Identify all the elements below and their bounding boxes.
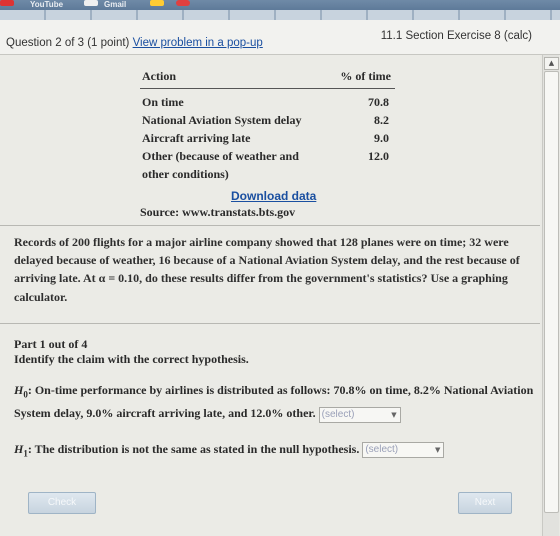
- scrollbar[interactable]: ▲: [542, 55, 559, 536]
- chevron-down-icon: ▼: [391, 410, 397, 419]
- h1-text: : The distribution is not the same as st…: [27, 442, 360, 456]
- bookmark-icon-2[interactable]: [176, 0, 190, 6]
- youtube-icon[interactable]: [0, 0, 14, 6]
- table-row: Aircraft arriving late 9.0: [140, 129, 395, 147]
- h0-select-value: (select): [321, 408, 355, 420]
- problem-statement: Records of 200 flights for a major airli…: [14, 235, 520, 304]
- problem-content: Action % of time On time 70.8 National A…: [0, 55, 540, 536]
- data-table: Action % of time On time 70.8 National A…: [140, 65, 395, 183]
- question-number: Question 2 of 3 (1 point): [6, 37, 130, 49]
- table-row: National Aviation System delay 8.2: [140, 111, 395, 129]
- cell-action: Other (because of weather and: [142, 149, 299, 163]
- col-pct-header: % of time: [340, 69, 391, 83]
- h0-text: : On-time performance by airlines is dis…: [14, 383, 534, 421]
- scroll-thumb[interactable]: [544, 71, 559, 513]
- part-heading: Part 1 out of 4: [14, 337, 88, 351]
- check-button[interactable]: Check: [28, 492, 96, 514]
- divider: [0, 225, 540, 226]
- alternative-hypothesis: H1: The distribution is not the same as …: [14, 442, 540, 458]
- bookmark-gmail[interactable]: Gmail: [104, 0, 126, 7]
- source-text: Source: www.transtats.bts.gov: [140, 205, 296, 219]
- h1-claim-select[interactable]: (select) ▼: [362, 442, 445, 459]
- bookmark-icon[interactable]: [150, 0, 164, 6]
- divider: [0, 323, 540, 324]
- question-header: Question 2 of 3 (1 point) View problem i…: [0, 20, 560, 55]
- browser-toolbar: YouTube Gmail: [0, 0, 560, 20]
- cell-action: Aircraft arriving late: [142, 131, 251, 145]
- download-data-link[interactable]: Download data: [231, 189, 316, 203]
- cell-pct: 8.2: [374, 113, 389, 127]
- tab-row[interactable]: [0, 10, 560, 20]
- h0-claim-select[interactable]: (select) ▼: [318, 406, 401, 423]
- table-row: Other (because of weather and other cond…: [140, 147, 395, 183]
- chevron-down-icon: ▼: [434, 446, 441, 455]
- cell-action: On time: [142, 95, 184, 109]
- part-instruction: Identify the claim with the correct hypo…: [14, 352, 249, 366]
- bookmark-youtube[interactable]: YouTube: [30, 0, 63, 7]
- question-label: Question 2 of 3 (1 point) View problem i…: [6, 37, 263, 49]
- cell-pct: 9.0: [374, 131, 389, 145]
- table-row: On time 70.8: [140, 93, 395, 111]
- cell-pct: 12.0: [368, 149, 389, 163]
- h1-select-value: (select): [365, 444, 399, 456]
- null-hypothesis: H0: On-time performance by airlines is d…: [14, 381, 540, 423]
- section-label: 11.1 Section Exercise 8 (calc): [380, 30, 532, 42]
- scroll-up-icon[interactable]: ▲: [544, 57, 559, 70]
- cell-pct: 70.8: [368, 95, 389, 109]
- cell-action: National Aviation System delay: [142, 113, 302, 127]
- h0-symbol: H0: [14, 383, 28, 400]
- cell-action-cont: other conditions): [142, 167, 229, 181]
- gmail-icon[interactable]: [84, 0, 98, 6]
- table-header: Action % of time: [140, 65, 395, 89]
- popup-link[interactable]: View problem in a pop-up: [133, 37, 263, 49]
- next-button[interactable]: Next: [458, 492, 512, 514]
- col-action-header: Action: [142, 69, 176, 83]
- h1-symbol: H1: [14, 442, 28, 459]
